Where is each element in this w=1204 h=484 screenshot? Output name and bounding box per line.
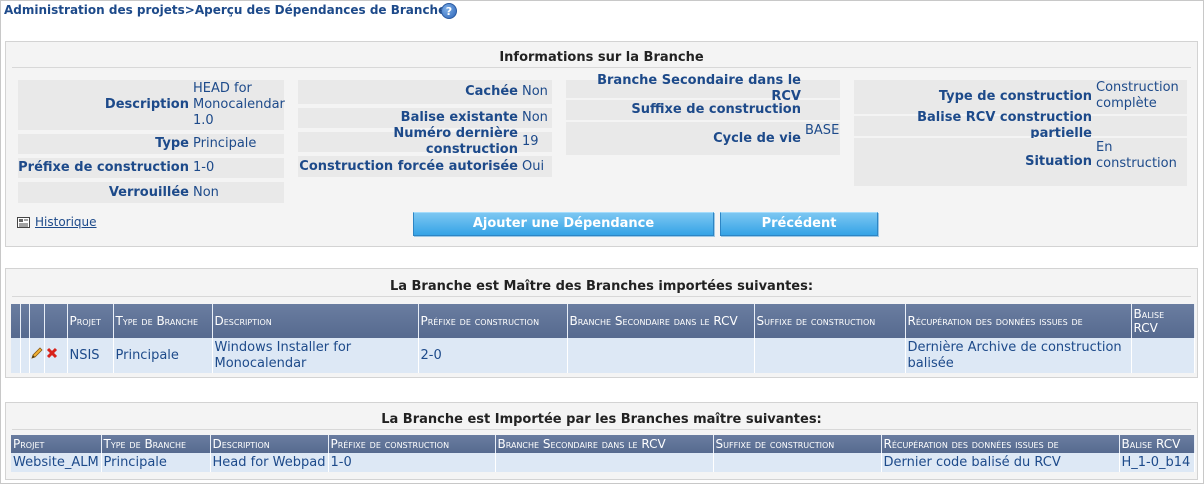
locked-value: Non (191, 182, 284, 203)
header-vcs-branch[interactable]: Branche Secondaire dans le RCV (495, 435, 714, 453)
edit-cell (29, 338, 45, 373)
build-type-value: Construction complète (1094, 80, 1187, 114)
forced-build-value: Oui (520, 156, 552, 177)
header-blank (20, 304, 30, 338)
row-spacer (20, 338, 30, 373)
partial-tag-label: Balise RCV construction partielle (854, 110, 1094, 141)
header-branch-type[interactable]: Type de Branche (101, 435, 211, 453)
type-label: Type (18, 134, 191, 154)
header-project[interactable]: Projet (67, 304, 114, 338)
header-blank (44, 304, 68, 338)
cell-retrieval: Dernier code balisé du RCV (881, 453, 1120, 472)
branch-info-panel: Informations sur la Branche Description … (5, 41, 1198, 247)
cell-description: Head for Webpad (210, 453, 329, 472)
header-project[interactable]: Projet (11, 435, 102, 453)
history-link-group[interactable]: Historique (17, 214, 97, 230)
master-panel-title: La Branche est Maître des Branches impor… (12, 277, 1191, 297)
description-label: Description (18, 80, 191, 130)
importing-branches-table: Projet Type de Branche Description Préfi… (11, 435, 1195, 472)
status-value: En construction (1094, 138, 1187, 186)
table-row: NSIS Principale Windows Installer for Mo… (11, 338, 1195, 373)
locked-label: Verrouillée (18, 182, 191, 203)
header-build-suffix[interactable]: Suffixe de construction (713, 435, 882, 453)
build-suffix-label: Suffixe de construction (566, 100, 803, 120)
edit-pencil-icon[interactable] (30, 346, 44, 360)
table-header-row: Projet Type de Branche Description Préfi… (11, 304, 1195, 338)
description-value: HEAD for Monocalendar 1.0 (191, 80, 285, 130)
cell-retrieval: Dernière Archive de construction balisée (905, 338, 1132, 373)
cell-branch-type: Principale (113, 338, 213, 373)
header-branch-type[interactable]: Type de Branche (113, 304, 213, 338)
delete-x-icon[interactable] (45, 346, 59, 360)
type-value: Principale (191, 134, 284, 154)
cell-project: NSIS (67, 338, 114, 373)
prefix-label: Préfixe de construction (18, 158, 191, 178)
row-spacer (11, 338, 21, 373)
lifecycle-value: BASE (803, 122, 840, 155)
master-branches-panel: La Branche est Maître des Branches impor… (5, 268, 1198, 378)
existing-tag-label: Balise existante (298, 108, 520, 128)
breadcrumb: Administration des projets>Aperçu des Dé… (4, 3, 447, 17)
imported-panel-title: La Branche est Importée par les Branches… (12, 410, 1191, 430)
history-icon (17, 216, 30, 228)
add-dependency-button[interactable]: Ajouter une Dépendance (413, 212, 714, 236)
build-type-label: Type de construction (854, 80, 1094, 114)
header-vcs-tag[interactable]: Balise RCV (1131, 304, 1195, 338)
help-icon[interactable]: ? (441, 3, 457, 19)
header-vcs-branch[interactable]: Branche Secondaire dans le RCV (567, 304, 755, 338)
build-suffix-value (803, 100, 840, 120)
header-blank (29, 304, 45, 338)
forced-build-label: Construction forcée autorisée (298, 156, 520, 177)
header-build-suffix[interactable]: Suffixe de construction (754, 304, 906, 338)
delete-cell (44, 338, 68, 373)
cell-build-prefix: 1-0 (328, 453, 496, 472)
table-header-row: Projet Type de Branche Description Préfi… (11, 435, 1195, 453)
hidden-label: Cachée (298, 80, 520, 104)
header-retrieval[interactable]: Récupération des données issues de (905, 304, 1132, 338)
existing-tag-value: Non (520, 108, 552, 128)
cell-build-suffix (713, 453, 882, 472)
vcs-branch-label: Branche Secondaire dans le RCV (566, 73, 803, 104)
cell-branch-type: Principale (101, 453, 211, 472)
vcs-branch-value (803, 80, 840, 98)
header-build-prefix[interactable]: Préfixe de construction (328, 435, 496, 453)
last-build-label: Numéro dernière construction (298, 126, 520, 157)
previous-button[interactable]: Précédent (720, 212, 878, 236)
status-label: Situation (854, 138, 1094, 186)
header-build-prefix[interactable]: Préfixe de construction (418, 304, 568, 338)
header-description[interactable]: Description (210, 435, 329, 453)
history-link[interactable]: Historique (35, 215, 97, 229)
last-build-value: 19 (520, 132, 552, 152)
hidden-value: Non (520, 80, 552, 104)
cell-vcs-tag (1131, 338, 1195, 373)
header-blank (11, 304, 21, 338)
header-vcs-tag[interactable]: Balise RCV (1119, 435, 1195, 453)
panel-title: Informations sur la Branche (12, 48, 1191, 68)
cell-project: Website_ALM (11, 453, 102, 472)
master-branches-table: Projet Type de Branche Description Préfi… (11, 304, 1195, 373)
cell-vcs-branch (567, 338, 755, 373)
cell-build-prefix: 2-0 (418, 338, 568, 373)
cell-vcs-branch (495, 453, 714, 472)
lifecycle-label: Cycle de vie (566, 122, 803, 155)
cell-description: Windows Installer for Monocalendar (212, 338, 419, 373)
header-retrieval[interactable]: Récupération des données issues de (881, 435, 1120, 453)
header-description[interactable]: Description (212, 304, 419, 338)
cell-build-suffix (754, 338, 906, 373)
cell-vcs-tag: H_1-0_b14 (1119, 453, 1195, 472)
partial-tag-value (1094, 116, 1187, 136)
importing-branches-panel: La Branche est Importée par les Branches… (5, 402, 1198, 480)
table-row: Website_ALM Principale Head for Webpad 1… (11, 453, 1195, 472)
prefix-value: 1-0 (191, 158, 284, 178)
